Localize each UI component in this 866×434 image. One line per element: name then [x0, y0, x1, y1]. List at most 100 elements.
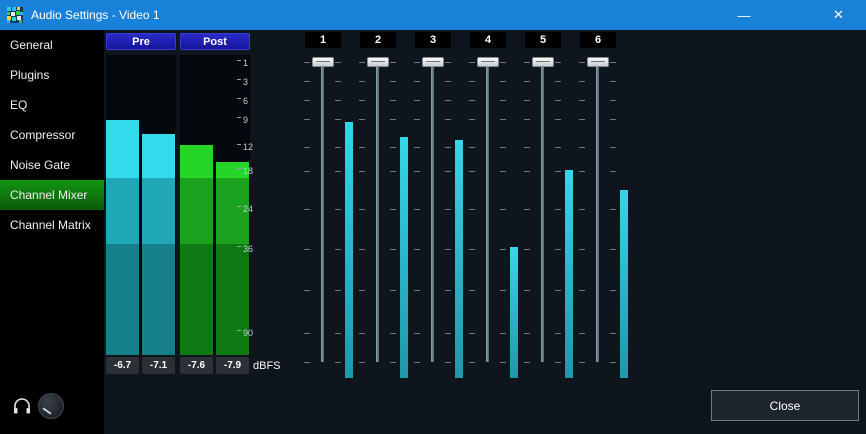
channel-6-fader-track[interactable] [596, 60, 599, 362]
fader-tick [359, 147, 365, 148]
sidebar-item-noise-gate[interactable]: Noise Gate [0, 150, 104, 180]
fader-tick [524, 209, 530, 210]
fader-tick [335, 290, 341, 291]
fader-tick [579, 171, 585, 172]
fader-tick [414, 119, 420, 120]
scale-tick-1: 1 [237, 58, 248, 68]
fader-tick [500, 147, 506, 148]
pre-meter-bar-0 [106, 120, 139, 355]
fader-tick [414, 171, 420, 172]
post-meter-label: Post [180, 33, 250, 50]
post-meter-bar-0 [180, 145, 213, 355]
sidebar-item-channel-matrix[interactable]: Channel Matrix [0, 210, 104, 240]
fader-tick [304, 333, 310, 334]
channel-1-label: 1 [305, 32, 341, 48]
sidebar-item-compressor[interactable]: Compressor [0, 120, 104, 150]
headphone-volume-knob[interactable] [38, 393, 64, 419]
fader-tick [610, 119, 616, 120]
channel-3-fader-handle[interactable] [422, 57, 444, 67]
titlebar-close-button[interactable]: ✕ [811, 0, 866, 30]
close-button[interactable]: Close [711, 390, 859, 421]
sidebar-item-general[interactable]: General [0, 30, 104, 60]
fader-tick [524, 290, 530, 291]
channel-1-fader-handle[interactable] [312, 57, 334, 67]
close-icon: ✕ [833, 7, 844, 23]
channel-1-fader-track[interactable] [321, 60, 324, 362]
dbfs-unit-label: dBFS [253, 357, 281, 374]
fader-tick [304, 81, 310, 82]
fader-tick [610, 333, 616, 334]
fader-tick [359, 333, 365, 334]
fader-tick [500, 62, 506, 63]
channel-4-fader-track[interactable] [486, 60, 489, 362]
channel-4-fader-handle[interactable] [477, 57, 499, 67]
fader-tick [445, 249, 451, 250]
channel-2-fader-handle[interactable] [367, 57, 389, 67]
fader-tick [414, 81, 420, 82]
fader-tick [414, 290, 420, 291]
fader-tick [335, 333, 341, 334]
fader-tick [555, 81, 561, 82]
fader-tick [414, 362, 420, 363]
fader-tick [390, 119, 396, 120]
fader-tick [445, 147, 451, 148]
sidebar-item-channel-mixer[interactable]: Channel Mixer [0, 180, 104, 210]
channel-3-fader-track[interactable] [431, 60, 434, 362]
meter-scale: 13691218243690 [237, 55, 267, 355]
fader-tick [390, 290, 396, 291]
pre-right-value: -7.1 [142, 357, 175, 374]
channel-6-fader-handle[interactable] [587, 57, 609, 67]
fader-tick [390, 333, 396, 334]
window-title: Audio Settings - Video 1 [31, 8, 160, 22]
fader-tick [579, 100, 585, 101]
channel-2-fader-track[interactable] [376, 60, 379, 362]
fader-tick [304, 290, 310, 291]
fader-tick [579, 209, 585, 210]
fader-tick [304, 119, 310, 120]
fader-tick [414, 333, 420, 334]
headphones-icon[interactable] [12, 397, 32, 415]
fader-tick [610, 62, 616, 63]
minimize-icon: — [738, 8, 751, 23]
fader-tick [500, 209, 506, 210]
fader-tick [579, 62, 585, 63]
fader-tick [445, 119, 451, 120]
channel-5-fader-track[interactable] [541, 60, 544, 362]
fader-tick [335, 119, 341, 120]
fader-tick [335, 81, 341, 82]
fader-tick [579, 290, 585, 291]
fader-tick [445, 171, 451, 172]
sidebar-item-eq[interactable]: EQ [0, 90, 104, 120]
fader-tick [524, 147, 530, 148]
fader-tick [610, 362, 616, 363]
fader-tick [390, 171, 396, 172]
fader-tick [555, 147, 561, 148]
channel-2-label: 2 [360, 32, 396, 48]
minimize-button[interactable]: — [721, 0, 767, 30]
fader-tick [359, 171, 365, 172]
fader-tick [555, 171, 561, 172]
fader-tick [335, 147, 341, 148]
fader-tick [359, 209, 365, 210]
channel-3-label: 3 [415, 32, 451, 48]
fader-tick [445, 62, 451, 63]
fader-tick [304, 62, 310, 63]
fader-tick [414, 249, 420, 250]
fader-tick [579, 147, 585, 148]
sidebar-item-plugins[interactable]: Plugins [0, 60, 104, 90]
fader-tick [445, 209, 451, 210]
channel-5-fader-handle[interactable] [532, 57, 554, 67]
fader-tick [390, 81, 396, 82]
fader-tick [359, 62, 365, 63]
fader-tick [610, 290, 616, 291]
fader-tick [304, 171, 310, 172]
fader-tick [555, 100, 561, 101]
channel-4-label: 4 [470, 32, 506, 48]
fader-tick [579, 362, 585, 363]
fader-tick [469, 209, 475, 210]
fader-tick [610, 171, 616, 172]
post-right-value: -7.9 [216, 357, 249, 374]
fader-tick [500, 119, 506, 120]
fader-tick [304, 147, 310, 148]
fader-tick [304, 362, 310, 363]
